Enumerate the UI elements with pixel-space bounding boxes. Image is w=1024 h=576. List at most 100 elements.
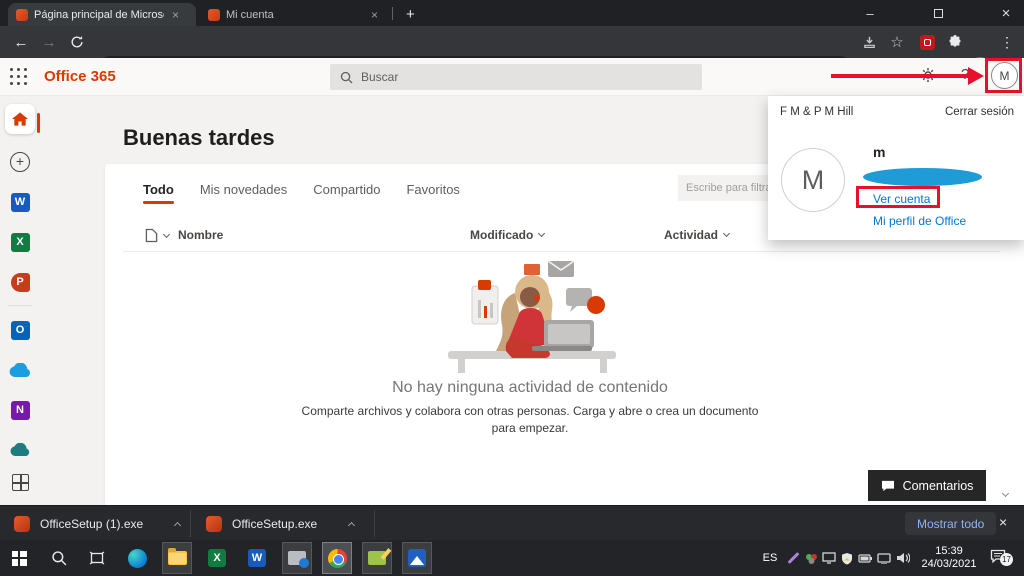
browser-menu-icon[interactable]: ⋮	[996, 31, 1018, 53]
office-search-box[interactable]: Buscar	[330, 64, 702, 90]
taskbar-file-explorer[interactable]	[162, 542, 192, 574]
window-minimize-button[interactable]: –	[850, 0, 890, 26]
taskbar-app-window[interactable]	[282, 542, 312, 574]
feedback-button[interactable]: Comentarios	[868, 470, 986, 501]
close-download-bar-icon[interactable]: ×	[999, 514, 1007, 530]
sidebar-item-word[interactable]: W	[0, 188, 40, 216]
taskbar-clock[interactable]: 15:39 24/03/2021	[918, 540, 980, 576]
speaker-icon[interactable]	[894, 540, 912, 576]
sidebar-item-outlook[interactable]: O	[0, 316, 40, 344]
taskbar-excel[interactable]: X	[202, 542, 232, 574]
taskbar-photos[interactable]	[402, 542, 432, 574]
scrollbar-down-arrow[interactable]	[1003, 483, 1008, 501]
network-icon[interactable]	[875, 540, 893, 576]
search-placeholder: Buscar	[361, 70, 398, 84]
sidebar-divider	[8, 305, 32, 306]
task-view-icon	[89, 551, 105, 565]
sidebar-item-excel[interactable]: X	[0, 228, 40, 256]
back-icon[interactable]: ←	[10, 31, 32, 53]
active-indicator	[37, 113, 40, 133]
sidebar-item-onedrive[interactable]	[0, 356, 40, 384]
excel-icon: X	[208, 549, 226, 567]
extension-icon-red[interactable]	[916, 31, 938, 53]
search-icon	[340, 71, 353, 84]
annotation-arrow	[831, 74, 971, 78]
sidebar-item-all-apps[interactable]	[0, 468, 40, 496]
battery-icon[interactable]	[856, 540, 874, 576]
download-item[interactable]: OfficeSetup.exe	[206, 506, 354, 541]
browser-tab-office-home[interactable]: Página principal de Microsoft Offi ×	[8, 3, 196, 26]
tray-app-icon[interactable]	[802, 540, 820, 576]
tray-monitor-icon[interactable]	[820, 540, 838, 576]
download-tray-icon[interactable]	[858, 31, 880, 53]
close-tab-icon[interactable]: ×	[369, 8, 380, 22]
word-icon: W	[11, 193, 30, 212]
download-bar: OfficeSetup (1).exe OfficeSetup.exe Most…	[0, 505, 1024, 540]
page-greeting: Buenas tardes	[123, 125, 275, 151]
windows-taskbar: X W ES 15:39 24/03/2021	[0, 540, 1024, 576]
sidebar-item-onenote[interactable]: N	[0, 396, 40, 424]
taskbar-chrome[interactable]	[322, 542, 352, 574]
browser-toolbar: ← → office.com/?auth=2 ☆ 124 K ⋮	[0, 26, 1024, 58]
close-tab-icon[interactable]: ×	[170, 8, 181, 22]
account-org-name: F M & P M Hill	[780, 106, 853, 118]
column-modificado[interactable]: Modificado	[470, 228, 544, 242]
tab-favoritos[interactable]: Favoritos	[406, 182, 459, 204]
sidebar-item-powerpoint[interactable]: P	[0, 268, 40, 296]
download-filename: OfficeSetup (1).exe	[40, 517, 143, 531]
tab-mis-novedades[interactable]: Mis novedades	[200, 182, 287, 204]
taskbar-edge[interactable]	[122, 542, 152, 574]
taskbar-search-button[interactable]	[44, 542, 74, 574]
bookmark-star-icon[interactable]: ☆	[886, 31, 908, 53]
task-view-button[interactable]	[82, 542, 112, 574]
sidebar-item-create[interactable]: +	[0, 148, 40, 176]
maximize-icon	[934, 9, 943, 18]
office-favicon-icon	[208, 9, 220, 21]
browser-tab-mi-cuenta[interactable]: Mi cuenta ×	[200, 3, 388, 26]
forward-icon[interactable]: →	[38, 31, 60, 53]
tab-todo[interactable]: Todo	[143, 182, 174, 204]
download-separator	[374, 510, 375, 537]
screen: Página principal de Microsoft Offi × Mi …	[0, 0, 1024, 576]
action-center-button[interactable]: 17	[986, 540, 1010, 576]
chevron-up-icon[interactable]	[174, 521, 181, 528]
column-type[interactable]	[145, 228, 169, 243]
tab-title: Página principal de Microsoft Offi	[34, 9, 164, 21]
window-close-button[interactable]: ×	[986, 0, 1024, 26]
office-profile-link[interactable]: Mi perfil de Office	[873, 214, 966, 228]
new-tab-button[interactable]: +	[398, 3, 423, 26]
app-launcher-icon[interactable]	[10, 68, 28, 86]
account-avatar-large[interactable]: M	[781, 148, 845, 212]
chevron-up-icon[interactable]	[348, 521, 355, 528]
column-nombre[interactable]: Nombre	[178, 228, 223, 242]
tray-pen-icon[interactable]	[784, 540, 802, 576]
start-button[interactable]	[4, 542, 34, 574]
taskbar-word[interactable]: W	[242, 542, 272, 574]
sidebar-item-sharepoint[interactable]	[0, 436, 40, 464]
speech-bubble-icon	[881, 480, 895, 492]
all-apps-icon	[12, 474, 29, 491]
sidebar-item-home[interactable]	[0, 105, 40, 133]
show-all-downloads-button[interactable]: Mostrar todo	[905, 512, 996, 535]
account-display-name: m	[873, 144, 885, 160]
security-shield-icon[interactable]	[838, 540, 856, 576]
empty-state-illustration	[420, 258, 640, 383]
search-icon	[51, 550, 67, 566]
window-maximize-button[interactable]	[918, 0, 958, 26]
download-item[interactable]: OfficeSetup (1).exe	[14, 506, 180, 541]
home-icon	[11, 111, 29, 127]
sign-out-link[interactable]: Cerrar sesión	[945, 106, 1014, 118]
extensions-puzzle-icon[interactable]	[944, 31, 966, 53]
account-panel: F M & P M Hill Cerrar sesión M m Ver cue…	[768, 96, 1024, 240]
taskbar-image-editor[interactable]	[362, 542, 392, 574]
office-brand[interactable]: Office 365	[44, 68, 116, 85]
word-icon: W	[248, 549, 266, 567]
office-setup-icon	[14, 516, 30, 532]
office-setup-icon	[206, 516, 222, 532]
chrome-icon	[328, 549, 347, 568]
tab-compartido[interactable]: Compartido	[313, 182, 380, 204]
reload-icon[interactable]	[66, 31, 88, 53]
excel-icon: X	[11, 233, 30, 252]
language-indicator[interactable]: ES	[756, 540, 784, 576]
column-actividad[interactable]: Actividad	[664, 228, 729, 242]
